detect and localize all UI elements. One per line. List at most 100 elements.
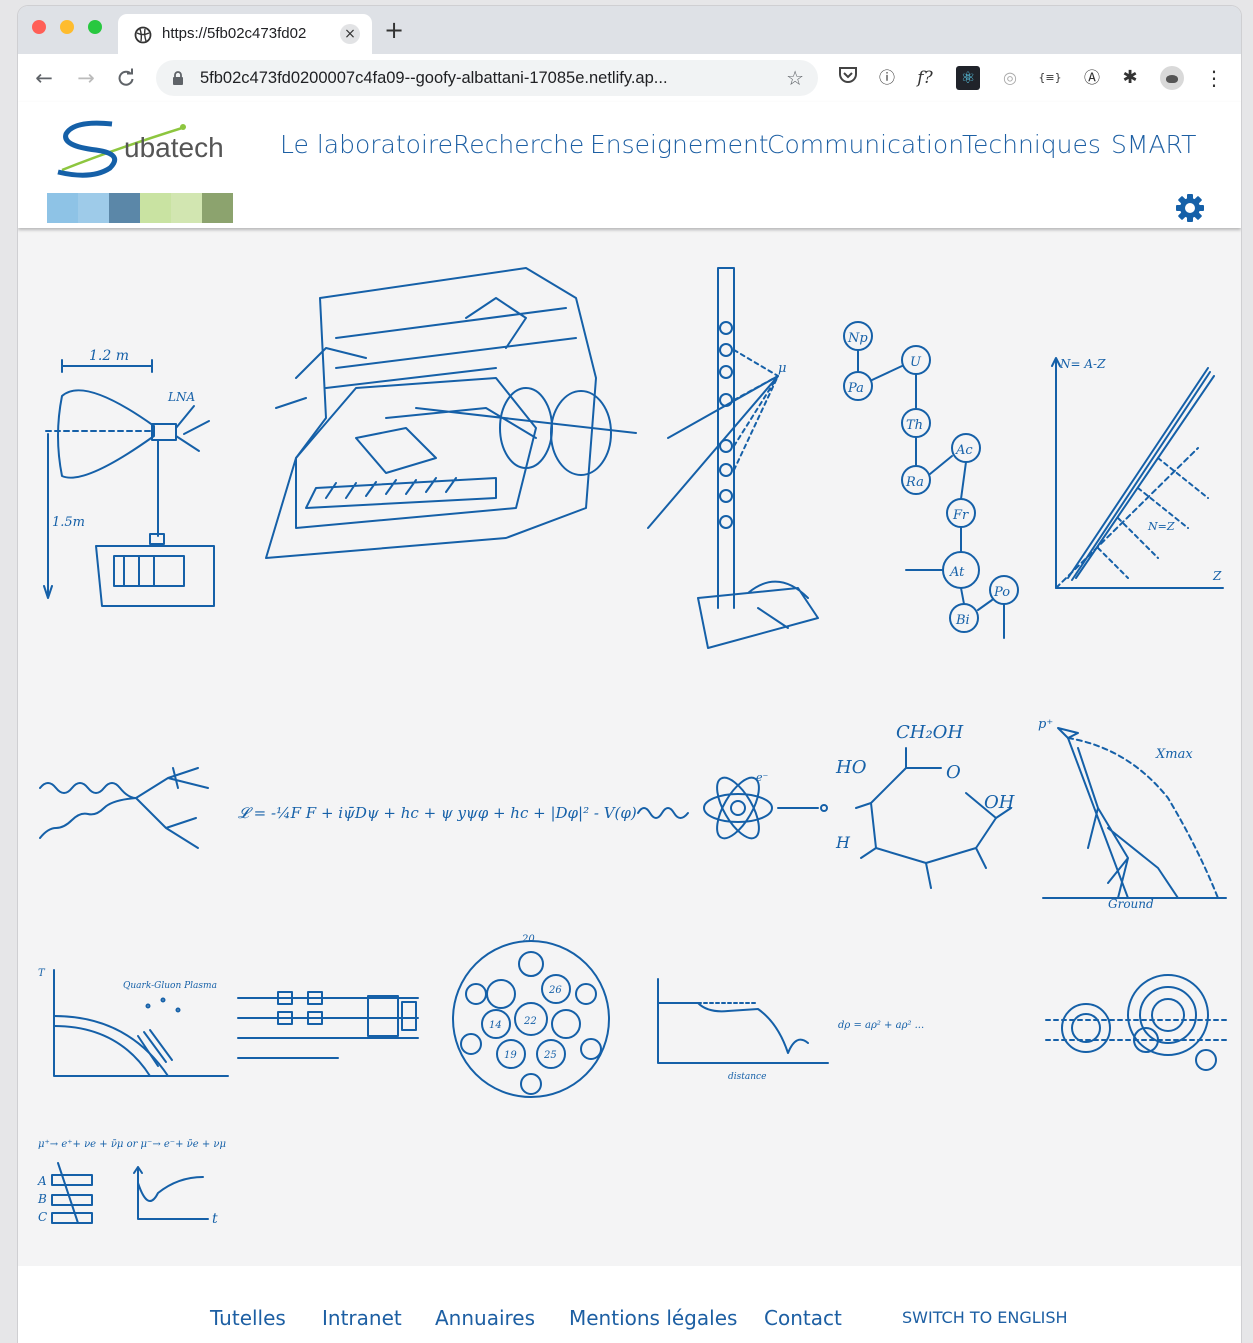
phase-diagram-sketch[interactable]: T Quark-Gluon Plasma: [38, 966, 229, 1086]
decay-chain-sketch[interactable]: Np Pa U Th Ra Ac Fr At Bi Po: [836, 308, 1019, 639]
json-viewer-icon[interactable]: {≡}: [1038, 66, 1062, 90]
equation-sketch[interactable]: dρ = aρ² + aρ² ...: [838, 1010, 1038, 1040]
back-icon[interactable]: ←: [30, 64, 58, 92]
svg-text:B: B: [37, 1192, 47, 1206]
svg-text:Ground: Ground: [1108, 897, 1154, 911]
footer-link-annuaires[interactable]: Annuaires: [435, 1306, 535, 1330]
circuit-sketch[interactable]: [237, 988, 428, 1068]
nav-enseignement[interactable]: Enseignement: [590, 130, 769, 159]
svg-text:LNA: LNA: [167, 390, 195, 404]
svg-text:1.5m: 1.5m: [52, 515, 85, 530]
atom-sketch[interactable]: e⁻: [637, 763, 838, 853]
svg-text:22: 22: [523, 1016, 537, 1027]
maximize-window-button[interactable]: [88, 20, 102, 34]
svg-text:e⁻: e⁻: [756, 771, 769, 784]
air-shower-sketch[interactable]: p⁺ Xmax Ground: [1038, 708, 1228, 911]
svg-text:Ac: Ac: [955, 443, 973, 458]
site-footer: Tutelles Intranet Annuaires Mentions lég…: [18, 1266, 1241, 1343]
svg-text:OH: OH: [984, 792, 1015, 813]
svg-text:Ra: Ra: [905, 475, 924, 490]
svg-text:CH₂OH: CH₂OH: [896, 722, 963, 743]
svg-text:Fr: Fr: [952, 508, 969, 523]
svg-text:distance: distance: [728, 1072, 766, 1082]
minimize-window-button[interactable]: [60, 20, 74, 34]
password-manager-icon[interactable]: ⓘ: [875, 66, 899, 90]
svg-text:N=Z: N=Z: [1147, 520, 1175, 533]
react-devtools-icon[interactable]: ⚛: [956, 66, 980, 90]
a-extension-icon[interactable]: Ⓐ: [1080, 66, 1104, 90]
svg-text:H: H: [835, 833, 851, 852]
browser-tab[interactable]: https://5fb02c473fd02 ×: [118, 14, 372, 56]
svg-text:Po: Po: [993, 585, 1010, 600]
eye-extension-icon[interactable]: ◎: [998, 66, 1022, 90]
forward-icon[interactable]: →: [72, 64, 100, 92]
tracks-sketch[interactable]: [1045, 970, 1227, 1080]
svg-text:U: U: [910, 355, 922, 370]
svg-text:N= A-Z: N= A-Z: [1059, 357, 1106, 371]
address-bar[interactable]: 5fb02c473fd0200007c4fa09--goofy-albattan…: [156, 60, 818, 96]
svg-text:HO: HO: [835, 757, 867, 778]
logo-text: Subatech: [124, 132, 224, 163]
lagrangian-sketch[interactable]: 𝓛 = -¼F F + iψ̄Dψ + hc + ψ yψφ + hc + |D…: [238, 788, 637, 838]
color-swatch: [202, 193, 233, 223]
nav-recherche[interactable]: Recherche: [453, 130, 584, 159]
svg-text:p⁺: p⁺: [1038, 717, 1053, 732]
antenna-sketch[interactable]: 1.2 m LNA 1.5m: [43, 346, 224, 607]
footer-link-mentions-legales[interactable]: Mentions légales: [569, 1306, 737, 1330]
svg-text:Th: Th: [906, 418, 923, 433]
color-swatch: [171, 193, 202, 223]
tab-strip: https://5fb02c473fd02 × +: [18, 6, 1241, 56]
detector-sketch[interactable]: [236, 258, 637, 559]
tab-title: https://5fb02c473fd02: [162, 25, 307, 42]
color-swatch: [140, 193, 171, 223]
feynman-diagram-sketch[interactable]: [38, 758, 228, 858]
fullerene-sketch[interactable]: 22 26 14 19 25 20: [446, 934, 616, 1104]
glucose-sketch[interactable]: CH₂OH HO OH O H: [835, 708, 1026, 908]
svg-text:1.2 m: 1.2 m: [89, 348, 129, 364]
svg-text:Bi: Bi: [955, 613, 970, 628]
close-window-button[interactable]: [32, 20, 46, 34]
globe-icon: [134, 26, 152, 44]
extensions-puzzle-icon[interactable]: ✱: [1118, 66, 1142, 90]
svg-text:T: T: [38, 968, 46, 979]
svg-text:25: 25: [543, 1050, 557, 1061]
footer-link-tutelles[interactable]: Tutelles: [210, 1306, 286, 1330]
theme-settings-icon[interactable]: [1176, 194, 1204, 222]
svg-text:dρ = aρ² + aρ² ...: dρ = aρ² + aρ² ...: [838, 1020, 924, 1031]
browser-menu-icon[interactable]: ⋮: [1202, 66, 1226, 90]
fx-extension-icon[interactable]: f?: [913, 66, 937, 90]
color-swatch: [109, 193, 140, 223]
profile-avatar[interactable]: [1160, 66, 1184, 90]
svg-text:μ: μ: [778, 361, 786, 376]
footer-link-contact[interactable]: Contact: [764, 1306, 842, 1330]
footer-link-intranet[interactable]: Intranet: [322, 1306, 402, 1330]
nav-techniques[interactable]: Techniques: [962, 130, 1101, 159]
browser-window: https://5fb02c473fd02 × + ← → 5fb02c473f…: [18, 6, 1241, 1343]
muon-decay-sketch[interactable]: μ⁺→ e⁺+ νe + ν̄μ or μ⁻→ e⁻+ ν̄e + νμ A B…: [37, 1133, 228, 1243]
nav-communication[interactable]: Communication: [767, 130, 964, 159]
svg-text:t: t: [212, 1211, 218, 1227]
reload-icon[interactable]: [112, 64, 140, 92]
new-tab-button[interactable]: +: [384, 18, 404, 42]
nuclide-chart-sketch[interactable]: N= A-Z Z N=Z: [1038, 348, 1228, 598]
tower-sketch[interactable]: μ: [638, 267, 828, 658]
switch-language-link[interactable]: SWITCH TO ENGLISH: [902, 1308, 1068, 1327]
signal-plot-sketch[interactable]: distance: [638, 973, 829, 1083]
svg-text:Pa: Pa: [847, 381, 864, 396]
browser-toolbar: ← → 5fb02c473fd0200007c4fa09--goofy-alba…: [18, 54, 1241, 103]
tab-close-icon[interactable]: ×: [340, 24, 360, 44]
subatech-logo[interactable]: Subatech: [52, 110, 232, 180]
svg-text:A: A: [37, 1174, 47, 1188]
color-swatch: [47, 193, 78, 223]
bookmark-star-icon[interactable]: ☆: [786, 66, 804, 90]
color-swatch: [78, 193, 109, 223]
svg-text:C: C: [38, 1210, 47, 1224]
nav-le-laboratoire[interactable]: Le laboratoire: [280, 130, 453, 159]
svg-text:𝓛 = -¼F F + iψ̄Dψ + hc + ψ yψ: 𝓛 = -¼F F + iψ̄Dψ + hc + ψ yψφ + hc + |D…: [238, 804, 637, 822]
svg-text:14: 14: [489, 1020, 502, 1031]
svg-text:Z: Z: [1212, 569, 1222, 583]
nav-smart[interactable]: SMART: [1111, 130, 1196, 159]
url-text: 5fb02c473fd0200007c4fa09--goofy-albattan…: [200, 69, 668, 87]
pocket-icon[interactable]: [836, 66, 860, 90]
svg-text:Np: Np: [847, 331, 868, 346]
